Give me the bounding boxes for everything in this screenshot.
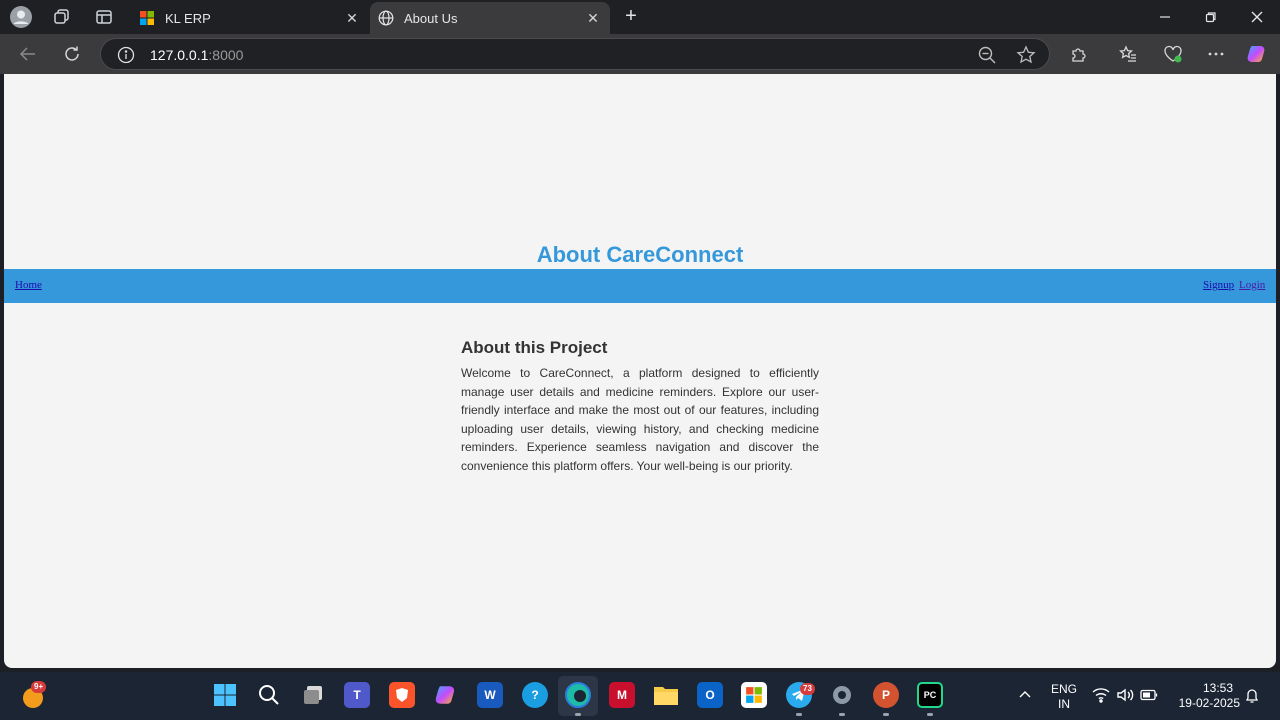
nav-link-home[interactable]: Home	[15, 279, 42, 291]
nav-link-signup[interactable]: Signup	[1203, 279, 1234, 291]
new-tab-plus-icon[interactable]: +	[620, 6, 642, 28]
address-bar[interactable]: 127.0.0.1:8000	[100, 38, 1050, 70]
windows-taskbar: 9+ T W ? M O 73 P PC ENG IN 13:53 19-02-…	[0, 672, 1280, 720]
edge-browser-icon[interactable]	[565, 682, 591, 708]
outlook-icon[interactable]: O	[697, 682, 723, 708]
zoom-out-icon[interactable]	[977, 45, 997, 65]
battery-icon[interactable]	[1140, 686, 1158, 704]
word-icon[interactable]: W	[477, 682, 503, 708]
tab-close-icon[interactable]: ✕	[582, 7, 604, 29]
section-body: Welcome to CareConnect, a platform desig…	[461, 366, 819, 473]
restore-icon[interactable]	[1200, 6, 1222, 28]
page-title: About CareConnect	[536, 242, 744, 267]
favorites-list-icon[interactable]	[1116, 42, 1140, 66]
refresh-icon[interactable]	[60, 42, 84, 66]
tab-close-icon[interactable]: ✕	[341, 7, 363, 29]
microsoft-store-icon[interactable]	[741, 682, 767, 708]
wifi-icon[interactable]	[1092, 686, 1110, 704]
running-indicator	[796, 713, 802, 716]
running-indicator	[927, 713, 933, 716]
task-view-icon[interactable]	[300, 682, 326, 708]
clock-time: 13:53	[1202, 681, 1233, 695]
teams-icon[interactable]: T	[344, 682, 370, 708]
url-host: 127.0.0.1	[150, 47, 209, 63]
tab-about-us[interactable]: About Us ✕	[370, 2, 610, 34]
tab-kl-erp[interactable]: KL ERP ✕	[131, 2, 369, 34]
section-title: About this Project	[461, 338, 608, 357]
url-port: :8000	[208, 47, 244, 63]
url-text: 127.0.0.1:8000	[150, 47, 243, 63]
copilot-icon[interactable]	[1245, 42, 1269, 66]
site-navbar: Home Signup Login	[4, 269, 1276, 303]
notifications-bell-icon[interactable]	[1243, 686, 1261, 704]
input-language[interactable]: ENG IN	[1048, 682, 1080, 712]
help-chat-icon[interactable]: ?	[522, 682, 548, 708]
running-indicator	[575, 713, 581, 716]
running-indicator	[883, 713, 889, 716]
microsoft-grid-icon	[139, 10, 155, 26]
globe-icon	[378, 10, 394, 26]
tab-title: About Us	[404, 10, 458, 26]
search-icon[interactable]	[256, 682, 282, 708]
chevron-up-icon[interactable]	[1016, 686, 1034, 704]
tab-title: KL ERP	[165, 10, 211, 26]
about-section: About this Project Welcome to CareConnec…	[461, 338, 819, 476]
telegram-badge: 73	[800, 683, 815, 695]
more-menu-icon[interactable]	[1204, 42, 1228, 66]
workspaces-icon[interactable]	[51, 6, 73, 28]
language-code: ENG	[1050, 682, 1077, 696]
clock[interactable]: 13:53 19-02-2025	[1170, 681, 1240, 711]
extensions-puzzle-icon[interactable]	[1067, 42, 1091, 66]
start-windows-icon[interactable]	[212, 682, 238, 708]
pycharm-icon[interactable]: PC	[917, 682, 943, 708]
browser-essentials-heart-icon[interactable]	[1161, 42, 1185, 66]
browser-title-bar: KL ERP ✕ About Us ✕ +	[0, 0, 1280, 34]
settings-gear-icon[interactable]	[829, 682, 855, 708]
running-indicator	[839, 713, 845, 716]
volume-icon[interactable]	[1116, 686, 1134, 704]
file-explorer-icon[interactable]	[653, 682, 679, 708]
clock-date: 19-02-2025	[1178, 696, 1240, 710]
brave-browser-icon[interactable]	[389, 682, 415, 708]
tab-actions-icon[interactable]	[93, 6, 115, 28]
minimize-icon[interactable]	[1154, 6, 1176, 28]
mcafee-icon[interactable]: M	[609, 682, 635, 708]
copilot-app-icon[interactable]	[433, 682, 459, 708]
site-info-icon[interactable]	[117, 46, 135, 64]
browser-toolbar: 127.0.0.1:8000	[0, 34, 1280, 74]
nav-link-login[interactable]: Login	[1239, 279, 1265, 291]
widget-badge: 9+	[31, 681, 47, 693]
powerpoint-icon[interactable]: P	[873, 682, 899, 708]
close-window-icon[interactable]	[1246, 6, 1268, 28]
profile-avatar-icon[interactable]	[10, 6, 32, 28]
back-arrow-icon[interactable]	[16, 42, 40, 66]
page-viewport: About CareConnect Home Signup Login Abou…	[4, 74, 1276, 668]
favorite-star-icon[interactable]	[1016, 45, 1036, 65]
language-region: IN	[1058, 697, 1070, 711]
